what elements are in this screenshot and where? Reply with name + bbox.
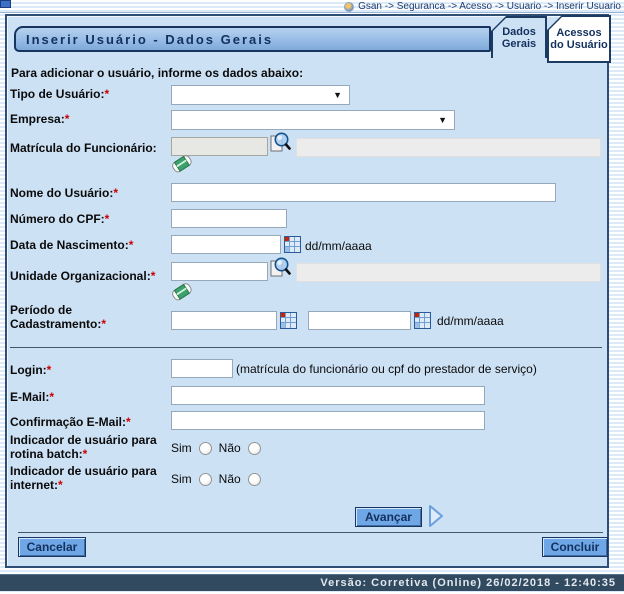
help-icon[interactable] [344, 1, 355, 12]
required-marker: * [101, 317, 107, 331]
label-data-nascimento: Data de Nascimento:* [10, 238, 134, 252]
section-divider [10, 347, 602, 348]
search-icon[interactable] [267, 255, 292, 280]
required-marker: * [64, 112, 70, 126]
page-title-bar: Inserir Usuário - Dados Gerais [14, 26, 491, 52]
gsan-page: Gsan -> Seguranca -> Acesso -> Usuario -… [0, 0, 624, 594]
tab-label: Dados Gerais [493, 18, 545, 58]
date-format-hint: dd/mm/aaaa [305, 239, 372, 253]
label-cpf: Número do CPF:* [10, 212, 110, 226]
breadcrumb: Gsan -> Seguranca -> Acesso -> Usuario -… [344, 1, 621, 12]
page-title: Inserir Usuário - Dados Gerais [26, 31, 274, 47]
required-marker: * [82, 447, 88, 461]
cancelar-button[interactable]: Cancelar [18, 537, 86, 557]
tab-acessos-do-usuario[interactable]: Acessos do Usuário [547, 15, 611, 63]
tipo-usuario-select[interactable]: ▼ [171, 85, 350, 105]
radio-label-nao: Não [218, 441, 241, 455]
cpf-input[interactable] [171, 209, 287, 228]
internet-sim-radio[interactable] [198, 472, 212, 486]
empresa-select[interactable]: ▼ [171, 110, 455, 130]
batch-nao-radio[interactable] [247, 441, 261, 455]
radio-label-nao: Não [218, 472, 241, 486]
label-confirmacao-email: Confirmação E-Mail:* [10, 415, 131, 429]
breadcrumb-path: Gsan -> Seguranca -> Acesso -> Usuario -… [358, 1, 621, 12]
label-login: Login:* [10, 363, 52, 377]
label-email: E-Mail:* [10, 390, 55, 404]
matricula-nome-display [296, 138, 601, 157]
calendar-icon[interactable] [414, 312, 431, 329]
chevron-down-icon: ▼ [438, 115, 447, 125]
email-input[interactable] [171, 386, 485, 405]
radio-label-sim: Sim [171, 441, 192, 455]
eraser-icon[interactable] [169, 281, 195, 303]
version-footer-bar: Versão: Corretiva (Online) 26/02/2018 - … [0, 574, 624, 591]
date-format-hint: dd/mm/aaaa [437, 314, 504, 328]
confirmacao-email-input[interactable] [171, 411, 485, 430]
version-text: Versão: Corretiva (Online) 26/02/2018 - … [320, 577, 616, 589]
periodo-fim-input[interactable] [308, 311, 411, 330]
unidade-nome-display [296, 263, 601, 282]
indicador-internet-radio-group: Sim Não [171, 472, 261, 486]
required-marker: * [49, 390, 55, 404]
concluir-button[interactable]: Concluir [542, 537, 608, 557]
indicador-batch-radio-group: Sim Não [171, 441, 261, 455]
tab-label: Acessos do Usuário [549, 17, 609, 61]
footer-divider [18, 532, 603, 533]
eraser-icon[interactable] [169, 153, 195, 175]
required-marker: * [104, 87, 110, 101]
label-indicador-internet: Indicador de usuário para internet:* [10, 464, 157, 492]
required-marker: * [104, 212, 110, 226]
internet-nao-radio[interactable] [247, 472, 261, 486]
label-unidade-organizacional: Unidade Organizacional:* [10, 269, 156, 283]
login-input[interactable] [171, 359, 233, 378]
advance-arrow-icon[interactable] [427, 504, 445, 528]
chevron-down-icon: ▼ [333, 90, 342, 100]
form-intro-text: Para adicionar o usuário, informe os dad… [11, 66, 304, 80]
label-matricula: Matrícula do Funcionário: [10, 141, 157, 155]
required-marker: * [58, 478, 63, 492]
calendar-icon[interactable] [284, 236, 301, 253]
window-chip [0, 0, 11, 8]
login-hint: (matrícula do funcionário ou cpf do pres… [236, 362, 537, 376]
label-indicador-batch: Indicador de usuário para rotina batch:* [10, 433, 157, 461]
calendar-icon[interactable] [280, 312, 297, 329]
nome-usuario-input[interactable] [171, 183, 556, 202]
breadcrumb-divider [0, 12, 624, 13]
required-marker: * [128, 238, 134, 252]
label-tipo-usuario: Tipo de Usuário:* [10, 87, 110, 101]
required-marker: * [113, 186, 119, 200]
label-nome-usuario: Nome do Usuário:* [10, 186, 119, 200]
data-nascimento-input[interactable] [171, 235, 281, 254]
search-icon[interactable] [267, 130, 292, 155]
unidade-organizacional-input[interactable] [171, 262, 268, 281]
periodo-inicio-input[interactable] [171, 311, 277, 330]
radio-label-sim: Sim [171, 472, 192, 486]
batch-sim-radio[interactable] [198, 441, 212, 455]
avancar-button[interactable]: Avançar [355, 507, 422, 527]
label-periodo-cadastramento: Período de Cadastramento:* [10, 303, 107, 331]
required-marker: * [150, 269, 156, 283]
label-empresa: Empresa:* [10, 112, 70, 126]
tab-dados-gerais[interactable]: Dados Gerais [491, 16, 547, 58]
required-marker: * [126, 415, 131, 429]
required-marker: * [46, 363, 52, 377]
